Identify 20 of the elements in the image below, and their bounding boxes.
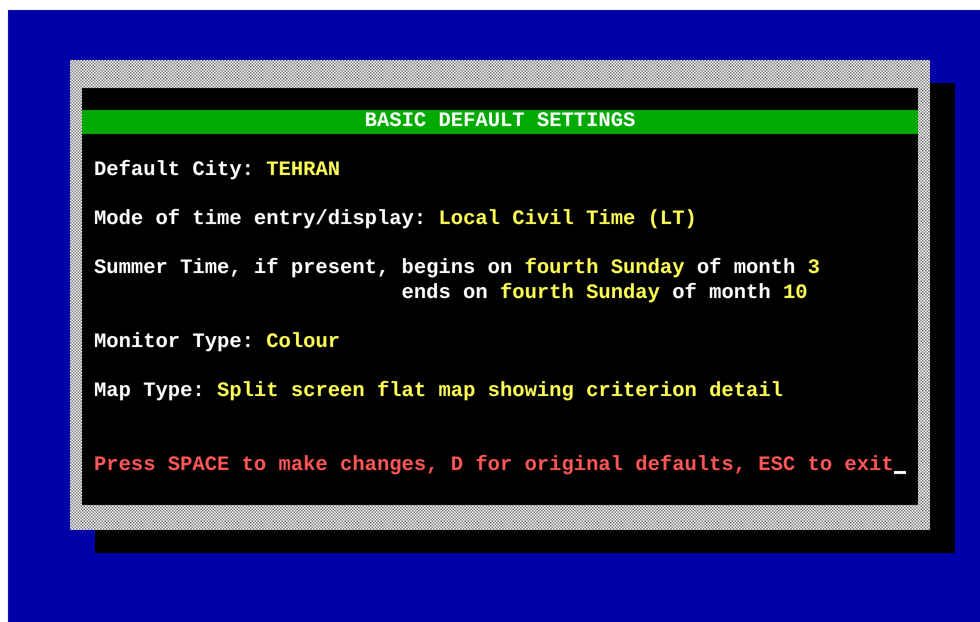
text-cursor [894, 471, 906, 474]
title-bar: BASIC DEFAULT SETTINGS [82, 110, 918, 134]
setting-label: begins on [402, 256, 512, 280]
prompt-text: Press SPACE to make changes, D for original defaults, ESC to exit [94, 454, 894, 478]
setting-value: Split screen flat map showing criterion detail [217, 380, 783, 403]
setting-value: fourth Sunday [524, 256, 685, 280]
setting-label: Monitor Type: [94, 330, 254, 354]
setting-value: Colour [266, 330, 340, 354]
setting-label: of month [696, 256, 796, 280]
setting-value: 3 [808, 256, 820, 280]
setting-value: TEHRAN [266, 158, 340, 182]
setting-label: Mode of time entry/display: [94, 208, 426, 231]
setting-value: 10 [782, 282, 808, 305]
setting-label: ends on [402, 282, 488, 305]
setting-label: Default City: [94, 158, 254, 182]
setting-value: Local Civil Time (LT) [438, 208, 697, 231]
setting-value: fourth Sunday [500, 282, 660, 305]
setting-label: of month [672, 282, 771, 305]
setting-label: Map Type: [94, 380, 205, 403]
setting-label: Summer Time, if present, [94, 256, 390, 282]
